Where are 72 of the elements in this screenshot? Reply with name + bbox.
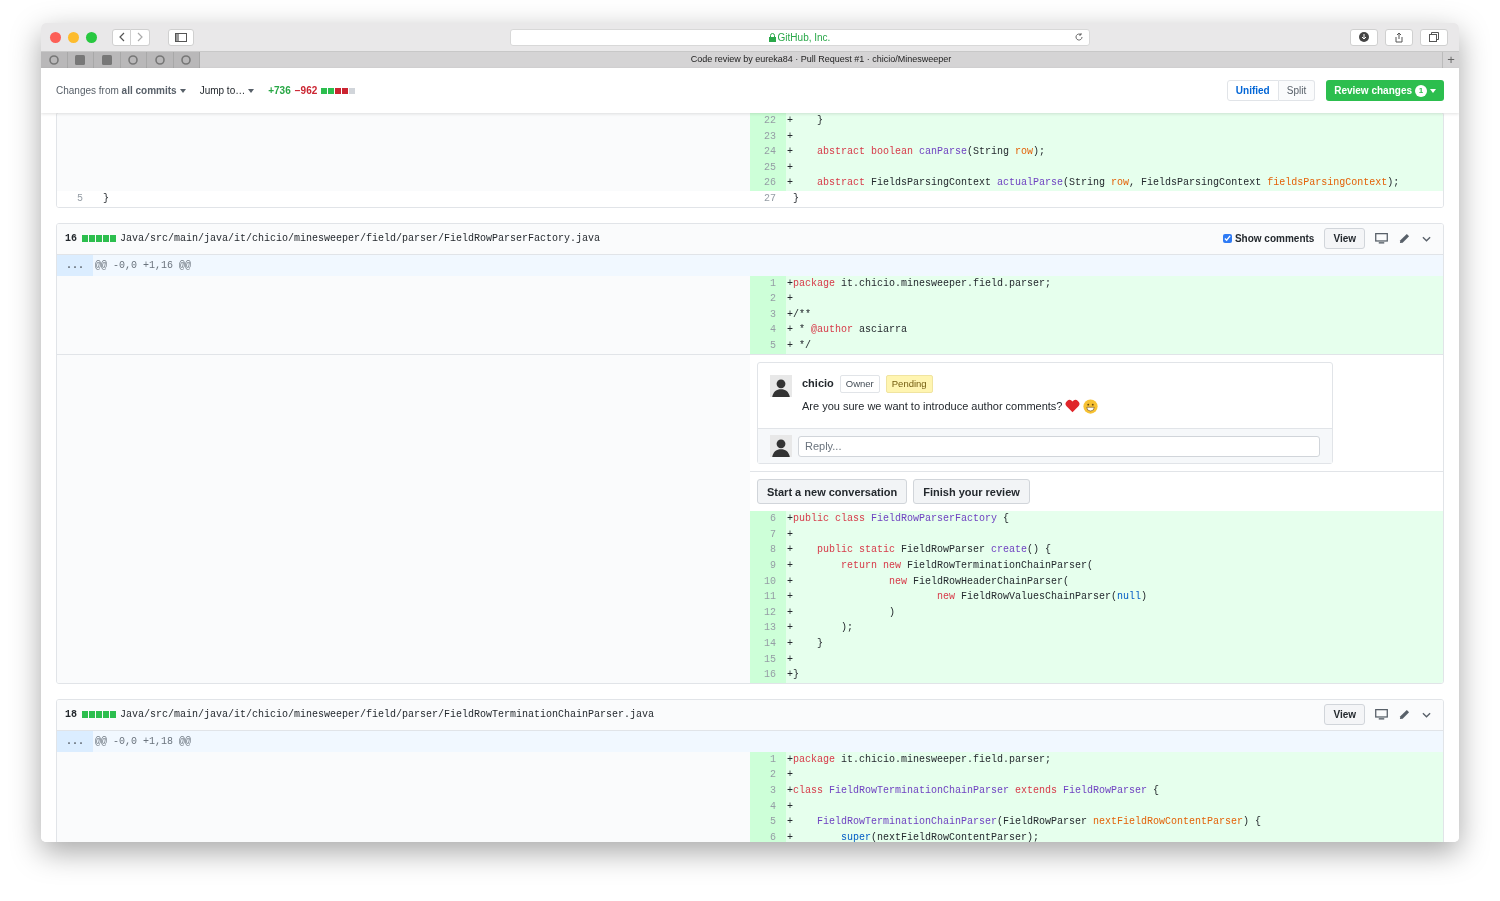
change-count: 16	[65, 232, 77, 247]
reply-field[interactable]: Reply...	[798, 435, 1320, 457]
lock-icon	[768, 32, 776, 42]
tabs-button[interactable]	[1420, 28, 1448, 46]
heart-icon	[1065, 399, 1081, 414]
role-label: Owner	[839, 374, 880, 393]
changes-from-dropdown[interactable]: Changes from all commits	[56, 83, 186, 98]
download-button[interactable]	[1350, 28, 1378, 46]
line-number: 22	[750, 113, 786, 129]
line-number: 13	[750, 620, 786, 637]
checkbox-label: Show comments	[1234, 232, 1315, 247]
view-mode-tab[interactable]: Split	[1278, 80, 1316, 101]
avatar-icon	[770, 435, 792, 458]
download-icon	[1359, 32, 1369, 42]
deletions-count: −962	[294, 84, 318, 98]
line-number: 2	[750, 767, 786, 783]
avatar-icon	[770, 374, 792, 397]
line-number: 26	[750, 175, 786, 191]
back-button[interactable]	[112, 28, 131, 46]
caret-icon	[179, 88, 186, 93]
share-button[interactable]	[1385, 28, 1413, 46]
line-number: 14	[750, 636, 786, 652]
line-number: 2	[750, 291, 786, 307]
review-action-button[interactable]: Start a new conversation	[757, 479, 908, 505]
expand-button[interactable]: ...	[57, 730, 93, 752]
view-mode-tab[interactable]: Unified	[1226, 80, 1279, 101]
view-button[interactable]: View	[1324, 704, 1365, 726]
reload-icon[interactable]	[1073, 32, 1084, 42]
sidebar-icon	[175, 32, 187, 42]
additions-count: +736	[268, 84, 291, 98]
tab-title[interactable]: Code review by eureka84 · Pull Request #1 · chicio/Minesweeper	[200, 53, 1442, 67]
line-number: 11	[750, 589, 786, 605]
line-number: 3	[750, 783, 786, 799]
line-number: 5	[750, 814, 786, 830]
caret-icon	[1430, 88, 1436, 93]
line-number: 9	[750, 558, 786, 574]
line-number: 8	[750, 542, 786, 559]
count-badge: 1	[1415, 84, 1427, 97]
line-number: 4	[750, 322, 786, 338]
share-icon	[1394, 31, 1404, 43]
file-path[interactable]: Java/src/main/java/it/chicio/minesweeper/field/parser/FieldRowParserFactory.java	[120, 231, 601, 247]
line-number: 24	[750, 144, 786, 160]
jump-to-dropdown[interactable]: Jump to…	[199, 83, 255, 98]
pencil-icon[interactable]	[1399, 709, 1410, 721]
status-label: Pending	[885, 374, 933, 393]
caret-icon	[248, 88, 255, 93]
hunk-header: @@ -0,0 +1,16 @@	[94, 258, 191, 273]
tabs-icon	[1429, 32, 1439, 42]
sidebar-button[interactable]	[168, 28, 194, 46]
chevron-down-icon[interactable]	[1422, 711, 1431, 718]
chevron-down-icon[interactable]	[1422, 235, 1431, 242]
chevron-left-icon	[118, 32, 125, 42]
desktop-icon[interactable]	[1375, 709, 1388, 721]
show-comments-checkbox[interactable]	[1222, 234, 1232, 244]
expand-button[interactable]: ...	[57, 254, 93, 276]
line-number: 16	[750, 667, 786, 683]
line-number: 6	[750, 511, 786, 527]
comment-text: Are you sure we want to introduce author comments?	[802, 398, 1063, 414]
review-action-button[interactable]: Finish your review	[913, 479, 1030, 505]
diffstat-icon	[82, 711, 116, 719]
smiley-icon	[1083, 398, 1099, 414]
file-path[interactable]: Java/src/main/java/it/chicio/minesweeper/field/parser/FieldRowTerminationChainParser.java	[120, 707, 655, 723]
site-name: GitHub, Inc.	[777, 30, 831, 45]
change-count: 18	[65, 708, 77, 723]
pencil-icon[interactable]	[1399, 233, 1410, 245]
comment-author[interactable]: chicio	[802, 375, 834, 392]
close-button[interactable]	[50, 31, 61, 43]
hunk-header: @@ -0,0 +1,18 @@	[94, 734, 191, 749]
view-button[interactable]: View	[1324, 228, 1365, 250]
desktop-icon[interactable]	[1375, 233, 1388, 245]
chevron-right-icon	[137, 32, 143, 42]
diffstat-icon	[82, 235, 116, 243]
